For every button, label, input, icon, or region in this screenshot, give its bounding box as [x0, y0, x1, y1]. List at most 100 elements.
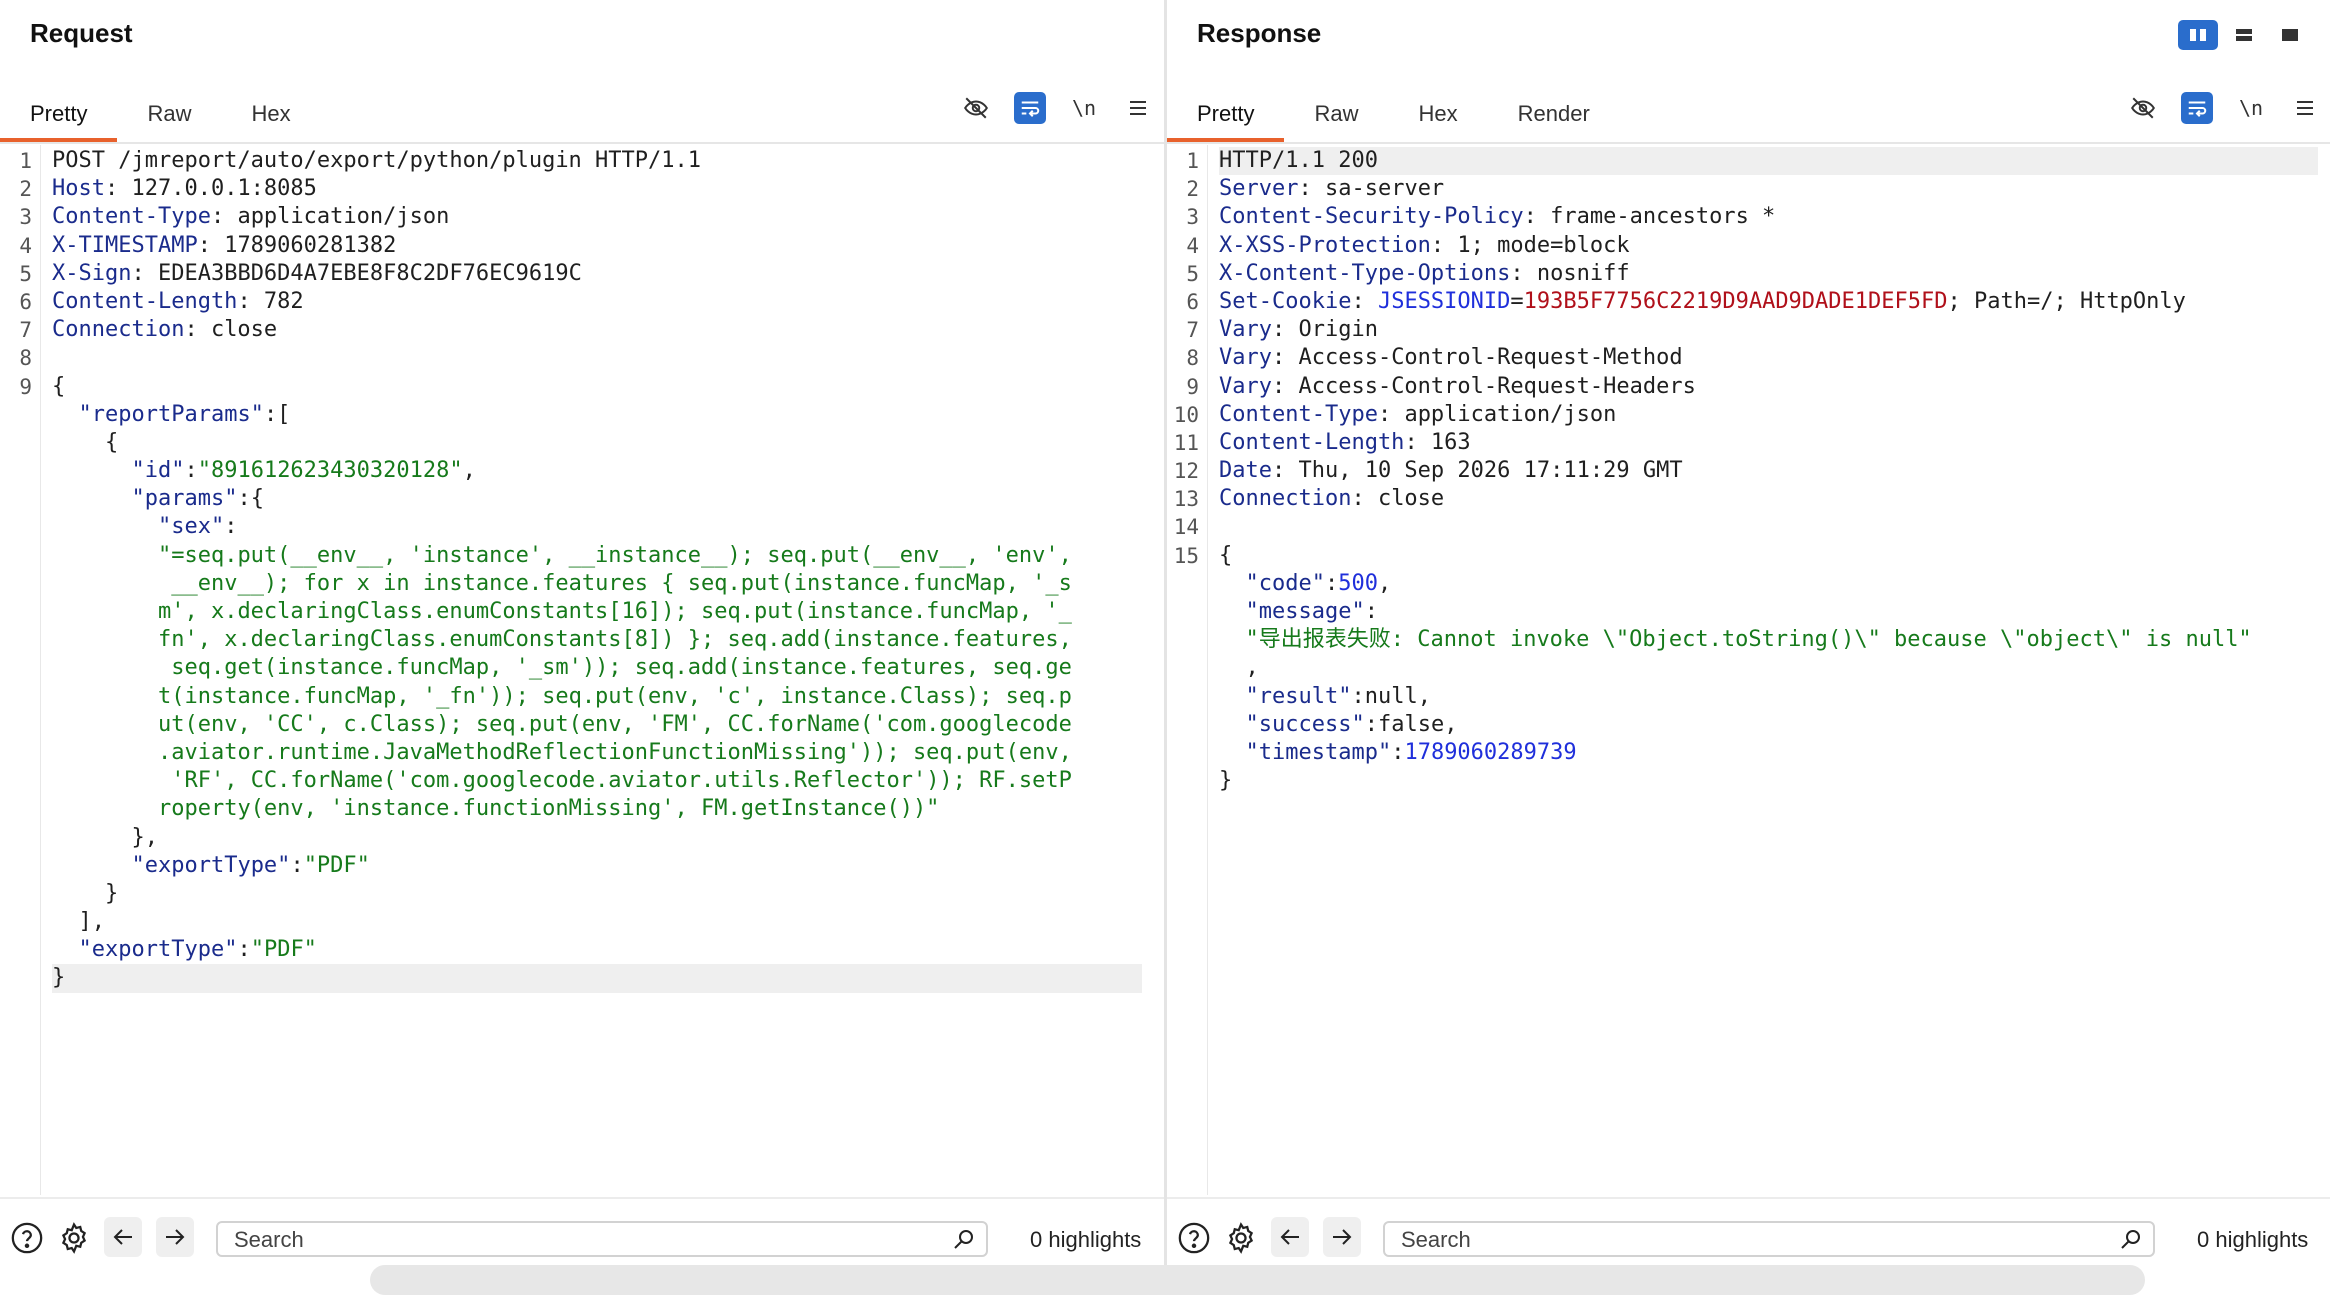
- response-tab-render[interactable]: Render: [1488, 90, 1620, 144]
- response-code[interactable]: 1 HTTP/1.1 200 2 Server: sa-server 3 Content-…: [1174, 147, 2318, 795]
- question-circle-icon[interactable]: [1175, 1219, 1213, 1257]
- code-line[interactable]: "exportType": "PDF": [52, 852, 1142, 880]
- request-editor[interactable]: 1 POST /jmreport/auto/export/python/plugi…: [0, 145, 1164, 1195]
- code-line[interactable]: ],: [52, 908, 1142, 936]
- code-line[interactable]: "code":500,: [1219, 570, 2318, 598]
- code-line[interactable]: 6 Set-Cookie: JSESSIONID = 193B5F7756C2219D…: [1186, 288, 2318, 316]
- code-line[interactable]: seq.get(instance.funcMap, '_sm')); seq.a…: [52, 654, 1142, 682]
- request-tab-hex[interactable]: Hex: [221, 90, 320, 144]
- code-line[interactable]: "success":false,: [1219, 711, 2318, 739]
- eye-slash-icon[interactable]: [960, 92, 992, 124]
- newline-toggle[interactable]: \n: [2235, 92, 2267, 124]
- request-tab-raw[interactable]: Raw: [117, 90, 221, 144]
- code-token: : close: [1351, 486, 1445, 512]
- code-line[interactable]: 1 HTTP/1.1 200: [1186, 147, 2318, 176]
- question-circle-icon[interactable]: [8, 1219, 46, 1257]
- hamburger-menu-icon[interactable]: [2289, 92, 2321, 124]
- code-line[interactable]: .aviator.runtime.JavaMethodReflectionFun…: [52, 739, 1142, 767]
- single-pane-icon[interactable]: [2270, 20, 2310, 50]
- code-line[interactable]: 11 Content-Length: 163: [1174, 429, 2318, 457]
- response-pane: Response Pretty Raw Hex Render \n 1 HTTP/…: [1167, 0, 2330, 1286]
- code-line[interactable]: 7 Vary: Origin: [1186, 316, 2318, 344]
- code-token: Date: [1219, 458, 1272, 484]
- code-line[interactable]: 4 X-TIMESTAMP: 1789060281382: [19, 232, 1142, 260]
- eye-slash-icon[interactable]: [2127, 92, 2159, 124]
- code-line[interactable]: 5 X-Content-Type-Options: nosniff: [1186, 260, 2318, 288]
- magnifier-icon[interactable]: [952, 1227, 976, 1256]
- request-tab-pretty[interactable]: Pretty: [0, 90, 118, 144]
- magnifier-icon[interactable]: [2119, 1227, 2143, 1256]
- arrow-right-icon[interactable]: [1323, 1217, 1361, 1257]
- hamburger-menu-icon[interactable]: [1122, 92, 1154, 124]
- code-token: X-Sign: [52, 260, 132, 286]
- text-wrap-icon[interactable]: [1014, 92, 1046, 124]
- code-token: ut(env, 'CC', c.Class); seq.put(env, 'FM…: [157, 711, 1072, 737]
- code-line[interactable]: "result":null,: [1219, 683, 2318, 711]
- code-line[interactable]: "导出报表失败: Cannot invoke \"Object.toString…: [1219, 626, 2318, 654]
- code-line[interactable]: },: [52, 824, 1142, 852]
- code-line[interactable]: 2 Server: sa-server: [1186, 175, 2318, 203]
- request-search-input[interactable]: [232, 1225, 851, 1255]
- code-line[interactable]: "params":{: [52, 485, 1142, 513]
- response-search-input[interactable]: [1399, 1225, 2018, 1255]
- code-line[interactable]: 4 X-XSS-Protection: 1; mode=block: [1186, 232, 2318, 260]
- code-line[interactable]: 6 Content-Length: 782: [19, 288, 1142, 316]
- code-line[interactable]: 15 {: [1174, 542, 2318, 570]
- code-line[interactable]: ut(env, 'CC', c.Class); seq.put(env, 'FM…: [52, 711, 1142, 739]
- code-line[interactable]: "reportParams":[: [52, 401, 1142, 429]
- newline-toggle[interactable]: \n: [1068, 92, 1100, 124]
- code-line[interactable]: 2 Host: 127.0.0.1:8085: [19, 175, 1142, 203]
- request-title: Request: [30, 18, 133, 48]
- code-line[interactable]: 5 X-Sign: EDEA3BBD6D4A7EBE8F8C2DF76EC9619…: [19, 260, 1142, 288]
- response-editor[interactable]: 1 HTTP/1.1 200 2 Server: sa-server 3 Content-…: [1167, 145, 2330, 1195]
- text-wrap-icon[interactable]: [2181, 92, 2213, 124]
- code-line[interactable]: t(instance.funcMap, '_fn')); seq.put(env…: [52, 683, 1142, 711]
- code-line[interactable]: "timestamp":1789060289739: [1219, 739, 2318, 767]
- code-line[interactable]: m', x.declaringClass.enumConstants[16]);…: [52, 598, 1142, 626]
- code-line[interactable]: "=seq.put(__env__, 'instance', __instanc…: [52, 542, 1142, 570]
- request-search-box: [216, 1221, 988, 1257]
- response-tab-hex[interactable]: Hex: [1388, 90, 1487, 144]
- code-line[interactable]: 12 Date: Thu, 10 Sep 2026 17:11:29 GMT: [1174, 457, 2318, 485]
- code-line[interactable]: roperty(env, 'instance.functionMissing',…: [52, 795, 1142, 823]
- response-tab-pretty[interactable]: Pretty: [1167, 90, 1285, 144]
- response-toolbar: \n: [2127, 92, 2321, 124]
- code-line[interactable]: 'RF', CC.forName('com.googlecode.aviator…: [52, 767, 1142, 795]
- code-line[interactable]: 3 Content-Type: application/json: [19, 203, 1142, 231]
- bottom-scrollbar[interactable]: [370, 1265, 2145, 1295]
- code-line[interactable]: 3 Content-Security-Policy: frame-ancestor…: [1186, 203, 2318, 231]
- code-line[interactable]: 7 Connection: close: [19, 316, 1142, 344]
- code-line[interactable]: __env__); for x in instance.features { s…: [52, 570, 1142, 598]
- code-token: : frame-ancestors *: [1523, 204, 1776, 230]
- response-tab-raw[interactable]: Raw: [1284, 90, 1388, 144]
- code-line[interactable]: "message":: [1219, 598, 2318, 626]
- split-columns-icon[interactable]: [2178, 20, 2218, 50]
- code-line[interactable]: 1 POST /jmreport/auto/export/python/plugi…: [19, 147, 1142, 175]
- arrow-left-icon[interactable]: [1271, 1217, 1309, 1257]
- split-rows-icon[interactable]: [2224, 20, 2264, 50]
- code-token: : 163: [1404, 429, 1471, 455]
- code-line[interactable]: "exportType": "PDF": [52, 936, 1142, 964]
- gear-icon[interactable]: [1222, 1219, 1260, 1257]
- code-line[interactable]: {: [52, 429, 1142, 457]
- code-token: {: [52, 373, 66, 399]
- code-line[interactable]: "id": "891612623430320128",: [52, 457, 1142, 485]
- code-line[interactable]: fn', x.declaringClass.enumConstants[8]) …: [52, 626, 1142, 654]
- arrow-right-icon[interactable]: [156, 1217, 194, 1257]
- code-line[interactable]: }: [52, 880, 1142, 908]
- gear-icon[interactable]: [55, 1219, 93, 1257]
- code-line[interactable]: 13 Connection: close: [1174, 485, 2318, 513]
- code-line[interactable]: 14: [1174, 513, 2318, 541]
- code-line[interactable]: }: [52, 964, 1142, 993]
- code-line[interactable]: 10 Content-Type: application/json: [1174, 401, 2318, 429]
- code-line[interactable]: 8 Vary: Access-Control-Request-Method: [1186, 344, 2318, 372]
- code-line[interactable]: ,: [1219, 654, 2318, 682]
- code-line[interactable]: "sex":: [52, 513, 1142, 541]
- code-line[interactable]: 9 Vary: Access-Control-Request-Headers: [1186, 373, 2318, 401]
- code-line[interactable]: 9{: [19, 373, 1142, 401]
- code-line[interactable]: }: [1219, 767, 2318, 795]
- arrow-left-icon[interactable]: [104, 1217, 142, 1257]
- request-code[interactable]: 1 POST /jmreport/auto/export/python/plugi…: [19, 147, 1142, 993]
- code-line[interactable]: 8: [19, 344, 1142, 372]
